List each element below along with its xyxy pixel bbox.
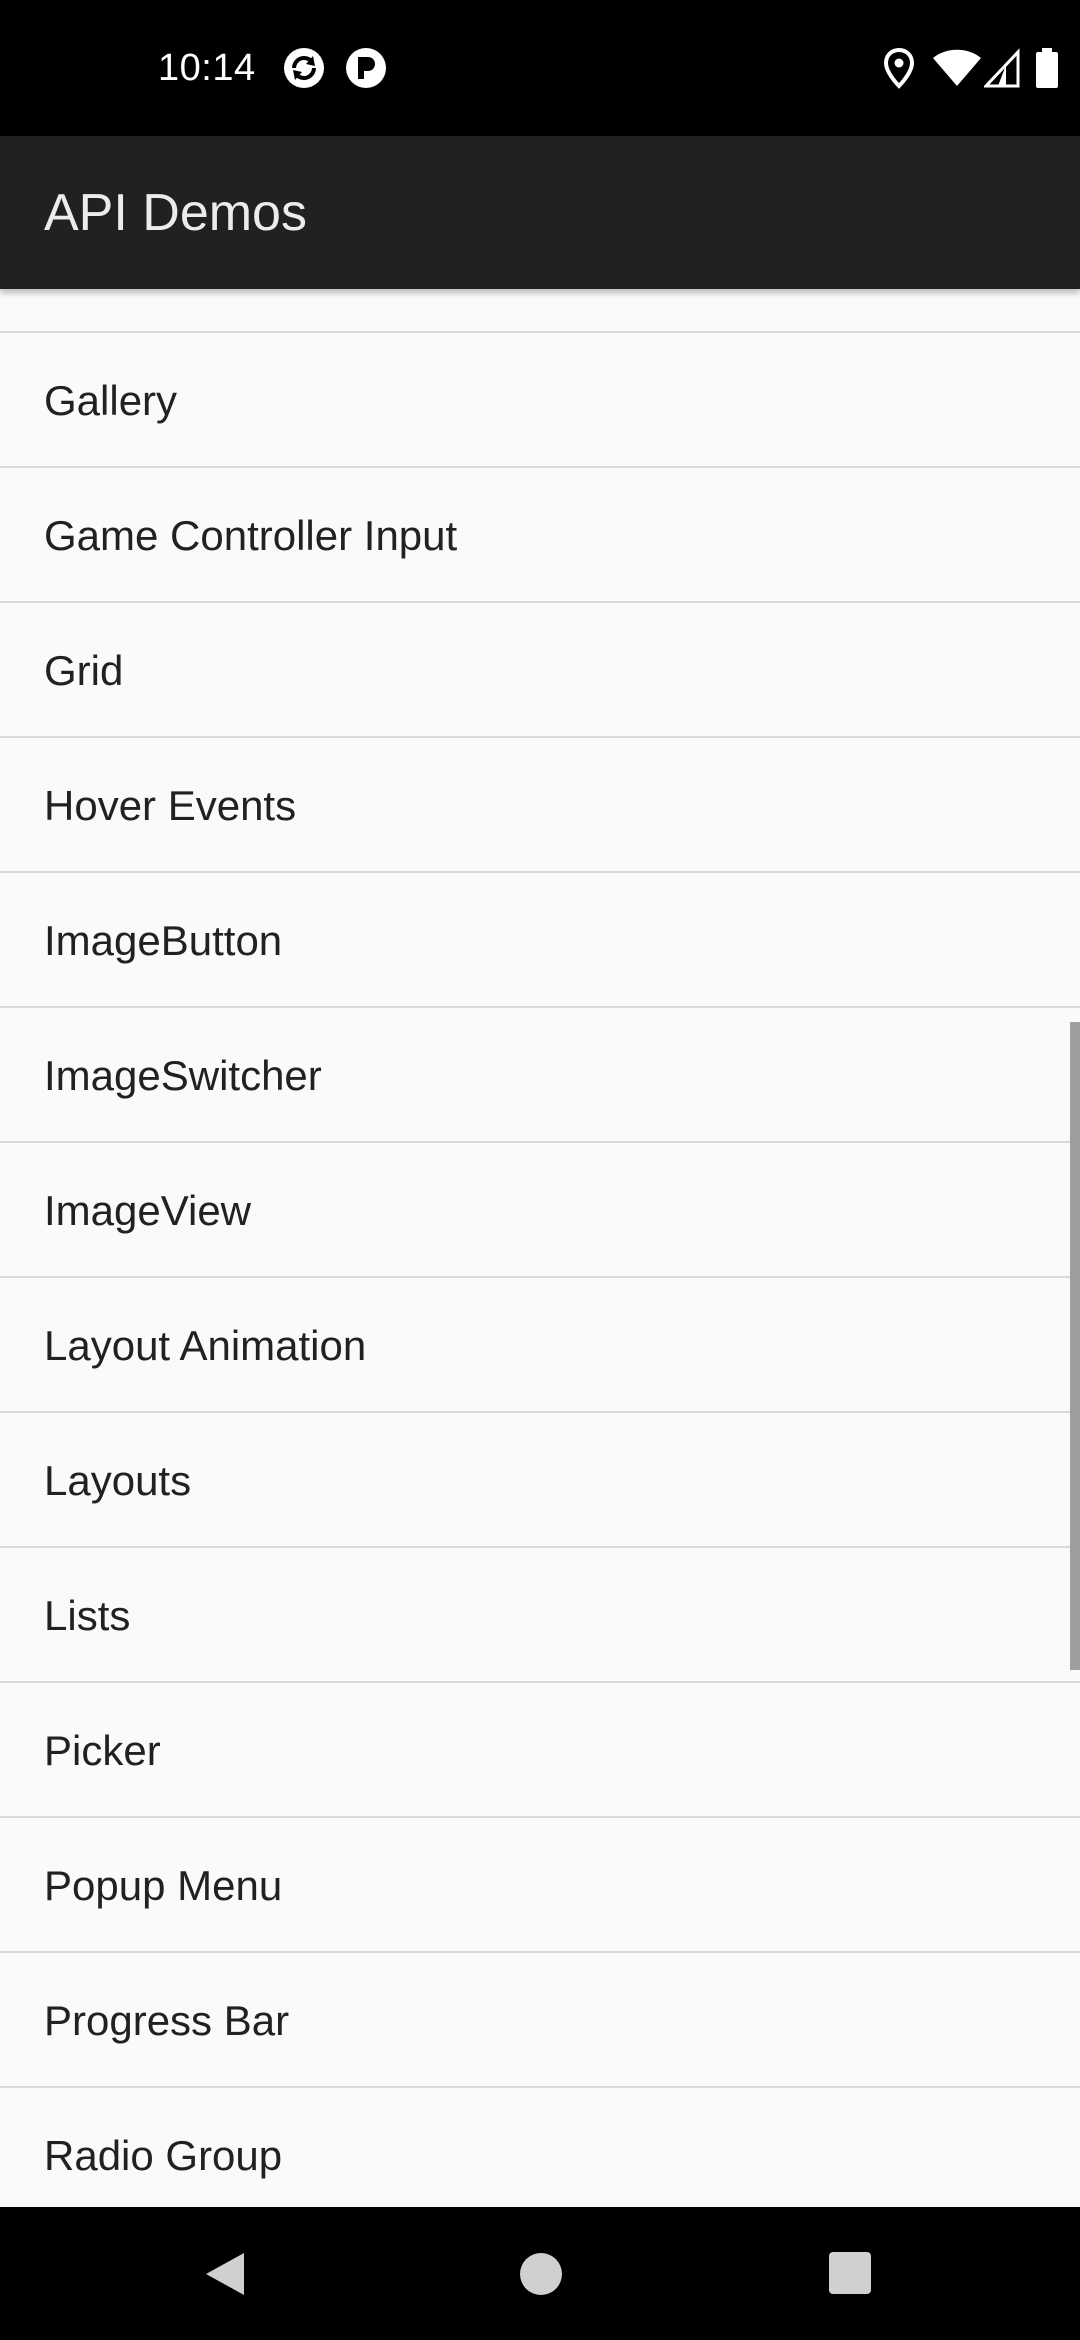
navigation-bar [0, 2207, 1080, 2340]
app-bar: API Demos [0, 136, 1080, 289]
battery-icon [1036, 48, 1058, 88]
status-bar: 10:14 [0, 0, 1080, 136]
list-item-label: Grid [44, 647, 124, 694]
list-item-label: Lists [44, 1592, 131, 1639]
sync-icon [284, 48, 324, 88]
home-icon[interactable] [518, 2251, 564, 2297]
list-item-hover-events[interactable]: Hover Events [0, 738, 1080, 873]
list-item-layout-animation[interactable]: Layout Animation [0, 1278, 1080, 1413]
list-item-label: Game Controller Input [44, 512, 458, 559]
list-item-label: ImageView [44, 1187, 252, 1234]
list-item-label: Hover Events [44, 782, 297, 829]
list-item-imageswitcher[interactable]: ImageSwitcher [0, 1008, 1080, 1143]
back-icon[interactable] [200, 2249, 250, 2299]
list-item-label: Progress Bar [44, 1997, 290, 2044]
list-item-label: Gallery [44, 377, 178, 424]
list-item-label: Radio Group [44, 2132, 283, 2179]
list-item-popup-menu[interactable]: Popup Menu [0, 1818, 1080, 1953]
wifi-icon [933, 49, 981, 86]
recents-icon[interactable] [828, 2251, 872, 2295]
list-item-label: Picker [44, 1727, 161, 1774]
list-item-layouts[interactable]: Layouts [0, 1413, 1080, 1548]
list-item-imagebutton[interactable]: ImageButton [0, 873, 1080, 1008]
list-item-label: ImageSwitcher [44, 1052, 322, 1099]
cell-signal-icon [984, 48, 1020, 88]
page-title: API Demos [44, 184, 307, 242]
list-item-label: ImageButton [44, 917, 283, 964]
list-item-picker[interactable]: Picker [0, 1683, 1080, 1818]
status-time: 10:14 [158, 47, 256, 89]
list-item-game-controller-input[interactable]: Game Controller Input [0, 468, 1080, 603]
list-item-lists[interactable]: Lists [0, 1548, 1080, 1683]
list-item-grid[interactable]: Grid [0, 603, 1080, 738]
scrollbar[interactable] [1070, 1022, 1080, 1670]
list-item-label: Layout Animation [44, 1322, 367, 1369]
location-icon [883, 47, 915, 89]
list-item-imageview[interactable]: ImageView [0, 1143, 1080, 1278]
list-item-radio-group[interactable]: Radio Group [0, 2088, 1080, 2207]
list-items: Gallery Game Controller Input Grid Hover… [0, 333, 1080, 2207]
list-item-gallery[interactable]: Gallery [0, 333, 1080, 468]
list-item-label: Layouts [44, 1457, 192, 1504]
screen: 10:14 API Demos Gallery Game Controller … [0, 0, 1080, 2340]
list-item-progress-bar[interactable]: Progress Bar [0, 1953, 1080, 2088]
notification-app-icon [346, 48, 386, 88]
list-item-label: Popup Menu [44, 1862, 283, 1909]
demo-list[interactable]: Gallery Game Controller Input Grid Hover… [0, 289, 1080, 2207]
